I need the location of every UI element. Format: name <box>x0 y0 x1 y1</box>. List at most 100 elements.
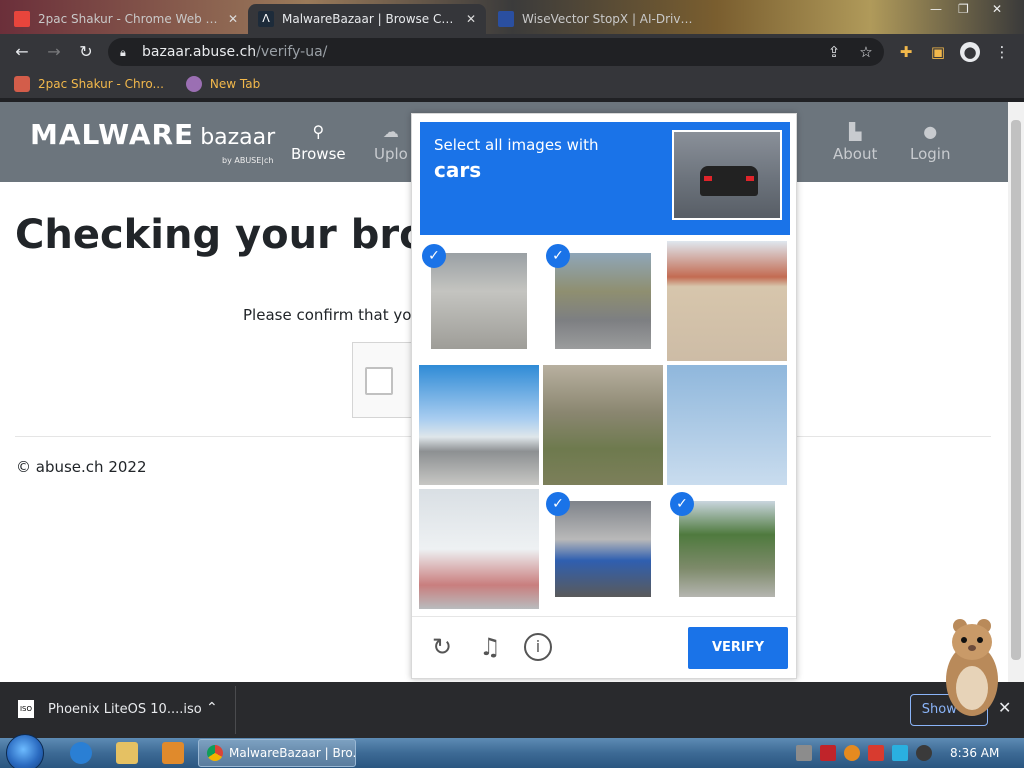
malwarebazaar-logo[interactable]: MALWARE bazaar by ABUSE|ch <box>30 118 275 165</box>
browser-toolbar: ← → ↻ 🔒︎ bazaar.abuse.ch /verify-ua/ ⇪ ☆… <box>0 34 1024 70</box>
clock: 8:36 AM <box>950 746 1000 760</box>
captcha-challenge: Select all images with cars ✓ ✓ ✓ ✓ ✓ ✓ … <box>411 113 797 679</box>
close-window-icon[interactable]: ✕ <box>992 2 1002 16</box>
captcha-tile[interactable]: ✓ <box>667 241 787 361</box>
captcha-tile[interactable]: ✓ <box>543 241 663 361</box>
menu-kebab-icon[interactable]: ⋮ <box>992 42 1012 62</box>
tile-image <box>667 365 787 485</box>
tab-wisevector[interactable]: WiseVector StopX | AI-Driven Ki <box>488 4 708 34</box>
extensions-icon[interactable]: ✚ <box>896 42 916 62</box>
flag-icon[interactable] <box>868 745 884 761</box>
search-tray-icon[interactable] <box>844 745 860 761</box>
folder-icon[interactable] <box>116 742 138 764</box>
user-icon: ● <box>923 122 938 141</box>
new-tab-icon <box>185 76 202 92</box>
internet-explorer-icon[interactable] <box>70 742 92 764</box>
captcha-tile[interactable]: ✓ <box>543 365 663 485</box>
captcha-prompt: Select all images with cars <box>420 122 790 235</box>
tab-strip: 2pac Shakur - Chrome Web Store ✕ Λ Malwa… <box>0 0 1024 34</box>
malwarebazaar-icon: Λ <box>258 11 274 27</box>
nav-browse[interactable]: ⚲ Browse <box>291 122 346 163</box>
task-label: MalwareBazaar | Bro... <box>229 746 356 760</box>
side-panel-icon[interactable]: ▣ <box>928 42 948 62</box>
prompt-target: cars <box>434 158 482 182</box>
volume-icon[interactable] <box>916 745 932 761</box>
download-filename: Phoenix LiteOS 10....iso <box>48 701 202 717</box>
profile-avatar-icon[interactable]: ● <box>960 42 980 62</box>
nav-about[interactable]: ▙ About <box>833 122 877 163</box>
restore-icon[interactable]: ❐ <box>958 2 969 16</box>
bookmark-star-icon[interactable]: ☆ <box>856 42 876 62</box>
antivirus-icon[interactable] <box>820 745 836 761</box>
tab-malwarebazaar[interactable]: Λ MalwareBazaar | Browse Checkin ✕ <box>248 4 486 34</box>
iso-file-icon: ISO <box>18 700 34 718</box>
bookmark-label: New Tab <box>209 77 261 91</box>
taskbar-chrome-window[interactable]: MalwareBazaar | Bro... <box>198 739 356 767</box>
captcha-tile[interactable]: ✓ <box>543 489 663 609</box>
downloads-bar: ISO Phoenix LiteOS 10....iso ⌃ Show all … <box>0 682 1024 738</box>
tile-image <box>543 365 663 485</box>
captcha-tile[interactable]: ✓ <box>419 241 539 361</box>
tile-image <box>555 501 651 597</box>
tile-image <box>555 253 651 349</box>
captcha-footer: ↻ ♫ i VERIFY <box>412 616 796 678</box>
chrome-web-store-icon <box>14 11 30 27</box>
reload-icon[interactable]: ↻ <box>74 40 98 64</box>
tab-close-icon[interactable]: ✕ <box>466 12 476 26</box>
refresh-icon[interactable]: ↻ <box>428 633 456 661</box>
forward-icon[interactable]: → <box>42 40 66 64</box>
check-icon: ✓ <box>670 492 694 516</box>
network-icon[interactable] <box>796 745 812 761</box>
store-icon <box>14 76 30 92</box>
tab-chrome-web-store[interactable]: 2pac Shakur - Chrome Web Store ✕ <box>4 4 248 34</box>
headphones-icon[interactable]: ♫ <box>476 633 504 661</box>
nav-login[interactable]: ● Login <box>910 122 950 163</box>
display-icon[interactable] <box>892 745 908 761</box>
example-image <box>672 130 782 220</box>
scrollbar-thumb[interactable] <box>1011 120 1021 660</box>
minimize-icon[interactable]: — <box>930 2 942 16</box>
chrome-icon <box>207 745 223 761</box>
wisevector-icon <box>498 11 514 27</box>
check-icon: ✓ <box>546 492 570 516</box>
bookmark-label: 2pac Shakur - Chro... <box>38 77 164 91</box>
start-button[interactable] <box>6 734 44 768</box>
hamster-sticker <box>946 619 998 716</box>
check-icon: ✓ <box>422 244 446 268</box>
car-silhouette <box>700 166 758 196</box>
captcha-image-grid: ✓ ✓ ✓ ✓ ✓ ✓ ✓ ✓ ✓ <box>419 241 791 613</box>
download-item[interactable]: ISO Phoenix LiteOS 10....iso <box>18 700 202 718</box>
tab-title: MalwareBazaar | Browse Checkin <box>282 12 458 26</box>
url-path: /verify-ua/ <box>256 44 328 60</box>
lock-icon: 🔒︎ <box>120 46 126 59</box>
bookmark-2pac[interactable]: 2pac Shakur - Chro... <box>14 76 164 92</box>
media-player-icon[interactable] <box>162 742 184 764</box>
tab-close-icon[interactable]: ✕ <box>228 12 238 26</box>
footer-copyright: © abuse.ch 2022 <box>16 458 147 476</box>
info-icon[interactable]: i <box>524 633 552 661</box>
upload-icon: ☁ <box>382 122 399 141</box>
windows-taskbar: MalwareBazaar | Bro... 8:36 AM <box>0 734 1024 768</box>
back-icon[interactable]: ← <box>10 40 34 64</box>
divider <box>235 686 236 734</box>
captcha-tile[interactable]: ✓ <box>419 489 539 609</box>
address-bar[interactable]: 🔒︎ bazaar.abuse.ch /verify-ua/ <box>108 38 884 66</box>
url-host: bazaar.abuse.ch <box>142 44 257 60</box>
tile-image <box>431 253 527 349</box>
captcha-tile[interactable]: ✓ <box>667 489 787 609</box>
chevron-up-icon[interactable]: ⌃ <box>206 700 218 716</box>
prompt-instruction: Select all images with <box>434 136 599 154</box>
confirm-text: Please confirm that you <box>243 306 421 324</box>
tile-image <box>667 241 787 361</box>
verify-button[interactable]: VERIFY <box>688 627 788 669</box>
nav-upload[interactable]: ☁ Uplo <box>374 122 408 163</box>
tab-title: WiseVector StopX | AI-Driven Ki <box>522 12 698 26</box>
page-scrollbar[interactable] <box>1008 102 1024 682</box>
captcha-tile[interactable]: ✓ <box>419 365 539 485</box>
share-icon[interactable]: ⇪ <box>824 42 844 62</box>
bookmarks-bar: 2pac Shakur - Chro... New Tab <box>0 70 1024 98</box>
captcha-tile[interactable]: ✓ <box>667 365 787 485</box>
bookmark-new-tab[interactable]: New Tab <box>185 76 261 92</box>
tile-image <box>419 365 539 485</box>
human-checkbox[interactable] <box>365 367 393 395</box>
